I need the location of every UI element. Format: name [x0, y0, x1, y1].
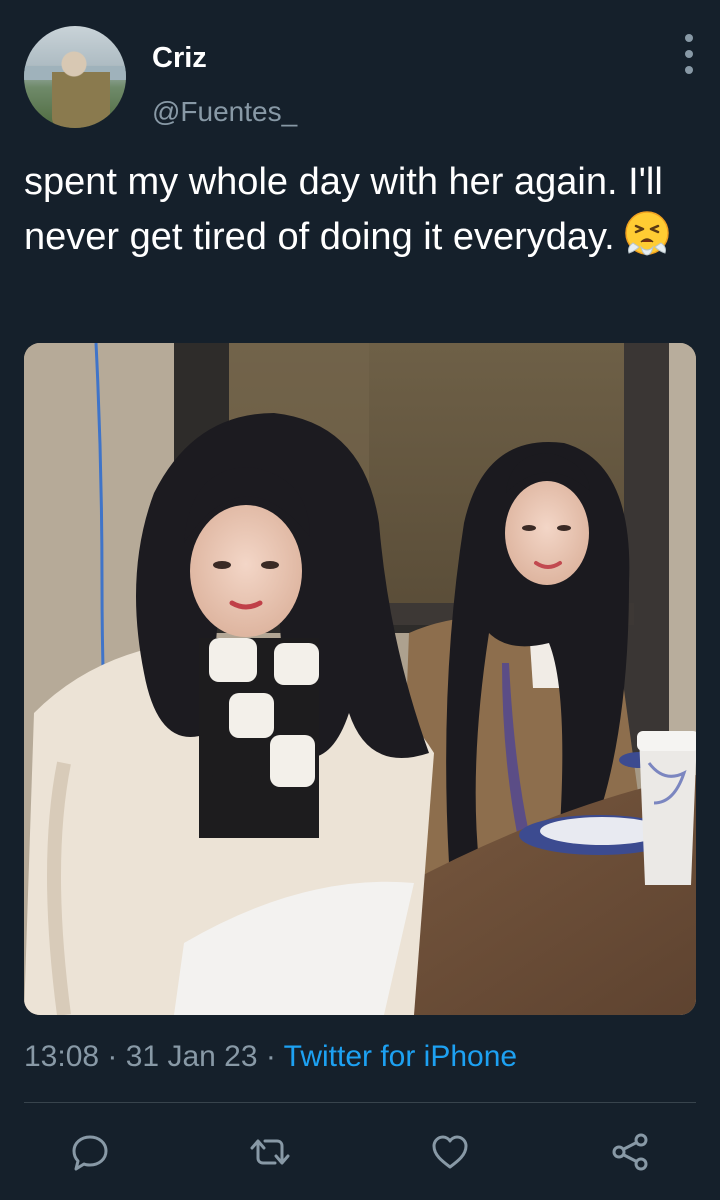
- face-exhaling-steam-icon: [625, 211, 669, 256]
- tweet-header: Criz @Fuentes_: [0, 0, 720, 140]
- avatar[interactable]: [24, 26, 126, 128]
- share-icon[interactable]: [608, 1130, 652, 1174]
- divider: [24, 1102, 696, 1103]
- avatar-figure: [52, 44, 110, 128]
- tweet-time: 13:08: [24, 1040, 100, 1073]
- meta-separator: ·: [257, 1040, 284, 1073]
- photo-content: [24, 343, 696, 1015]
- tweet-photo[interactable]: [24, 343, 696, 1015]
- tweet-source-link[interactable]: Twitter for iPhone: [284, 1040, 517, 1073]
- tweet-text: spent my whole day with her again. I'll …: [24, 156, 704, 264]
- like-icon[interactable]: [428, 1130, 472, 1174]
- retweet-icon[interactable]: [248, 1130, 292, 1174]
- tweet-date: 31 Jan 23: [125, 1040, 258, 1073]
- tweet-body: spent my whole day with her again. I'll …: [24, 161, 663, 258]
- tweet-meta: 13:08 · 31 Jan 23 · Twitter for iPhone: [24, 1040, 517, 1074]
- more-options-icon[interactable]: [676, 34, 702, 74]
- author-handle[interactable]: @Fuentes_: [152, 96, 297, 128]
- author-name[interactable]: Criz: [152, 42, 207, 75]
- meta-separator: ·: [99, 1040, 126, 1073]
- action-bar: [0, 1118, 720, 1188]
- reply-icon[interactable]: [68, 1130, 112, 1174]
